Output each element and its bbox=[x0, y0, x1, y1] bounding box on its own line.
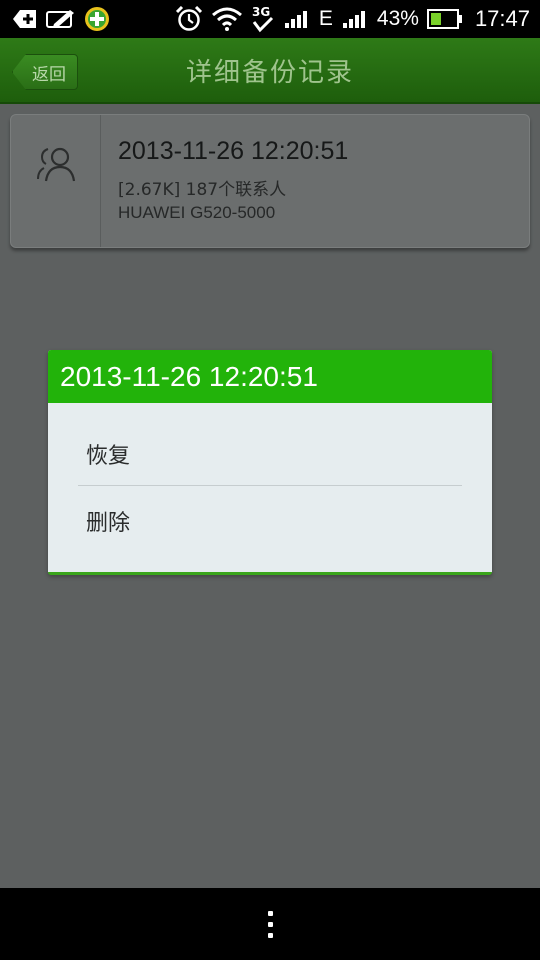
record-size-info: [2.67K] 187个联系人 bbox=[118, 180, 287, 200]
edit-icon bbox=[46, 8, 76, 30]
signal-2-icon bbox=[341, 8, 369, 30]
page-title: 详细备份记录 bbox=[185, 58, 354, 88]
menu-icon[interactable] bbox=[254, 903, 287, 946]
dialog-title: 2013-11-26 12:20:51 bbox=[60, 360, 318, 392]
options-dialog: 2013-11-26 12:20:51 恢复 删除 bbox=[48, 350, 492, 575]
menu-dot bbox=[267, 910, 273, 916]
status-bar: 3G E 43% 17:47 bbox=[0, 0, 540, 38]
contacts-icon bbox=[34, 143, 78, 191]
navigation-bar bbox=[0, 888, 540, 960]
delete-option[interactable]: 删除 bbox=[86, 505, 130, 537]
dialog-header: 2013-11-26 12:20:51 bbox=[48, 350, 492, 403]
menu-dot bbox=[267, 921, 273, 927]
svg-text:3G: 3G bbox=[252, 5, 270, 19]
clock-time: 17:47 bbox=[474, 6, 530, 31]
app-store-icon bbox=[84, 6, 110, 32]
status-left-icons bbox=[0, 6, 110, 32]
battery-icon bbox=[426, 8, 463, 30]
wifi-icon bbox=[211, 7, 243, 31]
add-notification-icon bbox=[12, 8, 38, 30]
record-icon-cell bbox=[11, 115, 101, 247]
record-time: 2013-11-26 12:20:51 bbox=[118, 137, 349, 165]
status-right-icons: 3G E 43% 17:47 bbox=[175, 4, 540, 34]
battery-percent: 43% bbox=[376, 7, 419, 30]
dialog-divider bbox=[78, 485, 462, 486]
title-bar: 返回 详细备份记录 bbox=[0, 38, 540, 104]
restore-option[interactable]: 恢复 bbox=[86, 438, 130, 470]
backup-record-card[interactable]: 2013-11-26 12:20:51 [2.67K] 187个联系人 HUAW… bbox=[10, 114, 530, 248]
menu-dot bbox=[267, 932, 273, 938]
signal-icon bbox=[283, 8, 311, 30]
3g-data-icon: 3G bbox=[251, 4, 275, 34]
alarm-icon bbox=[175, 6, 203, 32]
record-device: HUAWEI G520-5000 bbox=[118, 203, 276, 222]
network-type-label: E bbox=[318, 7, 333, 30]
